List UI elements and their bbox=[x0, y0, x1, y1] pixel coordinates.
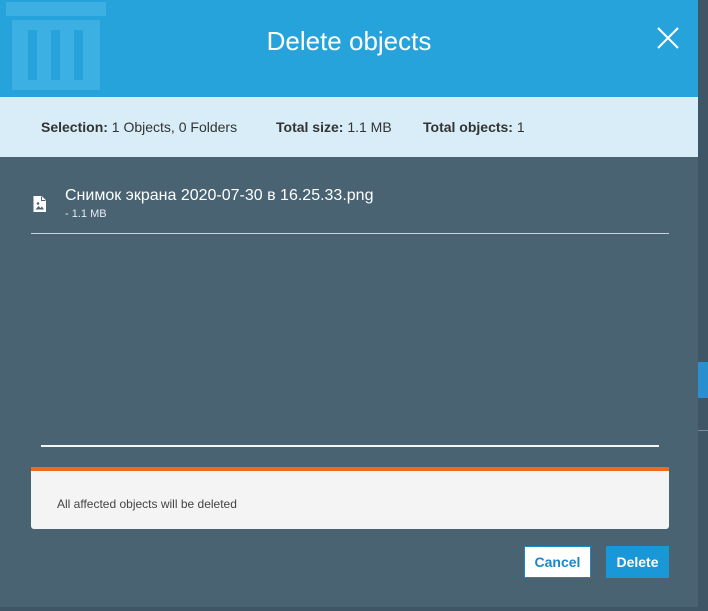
selection-summary: Selection: 1 Objects, 0 Folders Total si… bbox=[0, 97, 698, 157]
delete-button[interactable]: Delete bbox=[606, 546, 669, 578]
dialog-title: Delete objects bbox=[266, 26, 432, 56]
dialog-header: Delete objects bbox=[0, 0, 698, 97]
total-size-value: 1.1 MB bbox=[347, 119, 392, 135]
total-size-label: Total size: bbox=[276, 119, 344, 135]
image-file-icon bbox=[33, 196, 46, 212]
warning-text: All affected objects will be deleted bbox=[57, 497, 237, 511]
close-icon[interactable] bbox=[655, 25, 681, 51]
file-size: - 1.1 MB bbox=[65, 208, 107, 220]
background-panel-strip bbox=[698, 362, 708, 398]
delete-objects-dialog: Delete objects Selection: 1 Objects, 0 F… bbox=[0, 0, 698, 607]
cancel-button[interactable]: Cancel bbox=[524, 546, 591, 578]
list-end-divider bbox=[41, 445, 659, 447]
selection-label: Selection: bbox=[41, 119, 108, 135]
selection-summary-item: Selection: 1 Objects, 0 Folders bbox=[41, 119, 237, 135]
total-objects-value: 1 bbox=[516, 119, 525, 135]
selection-value: 1 Objects, 0 Folders bbox=[111, 119, 238, 135]
total-size-item: Total size: 1.1 MB bbox=[276, 119, 392, 135]
warning-alert: All affected objects will be deleted bbox=[31, 467, 669, 529]
file-name: Снимок экрана 2020-07-30 в 16.25.33.png bbox=[65, 187, 374, 204]
list-divider bbox=[31, 233, 669, 234]
total-objects-label: Total objects: bbox=[423, 119, 513, 135]
total-objects-item: Total objects: 1 bbox=[423, 119, 525, 135]
background-divider bbox=[698, 430, 708, 431]
